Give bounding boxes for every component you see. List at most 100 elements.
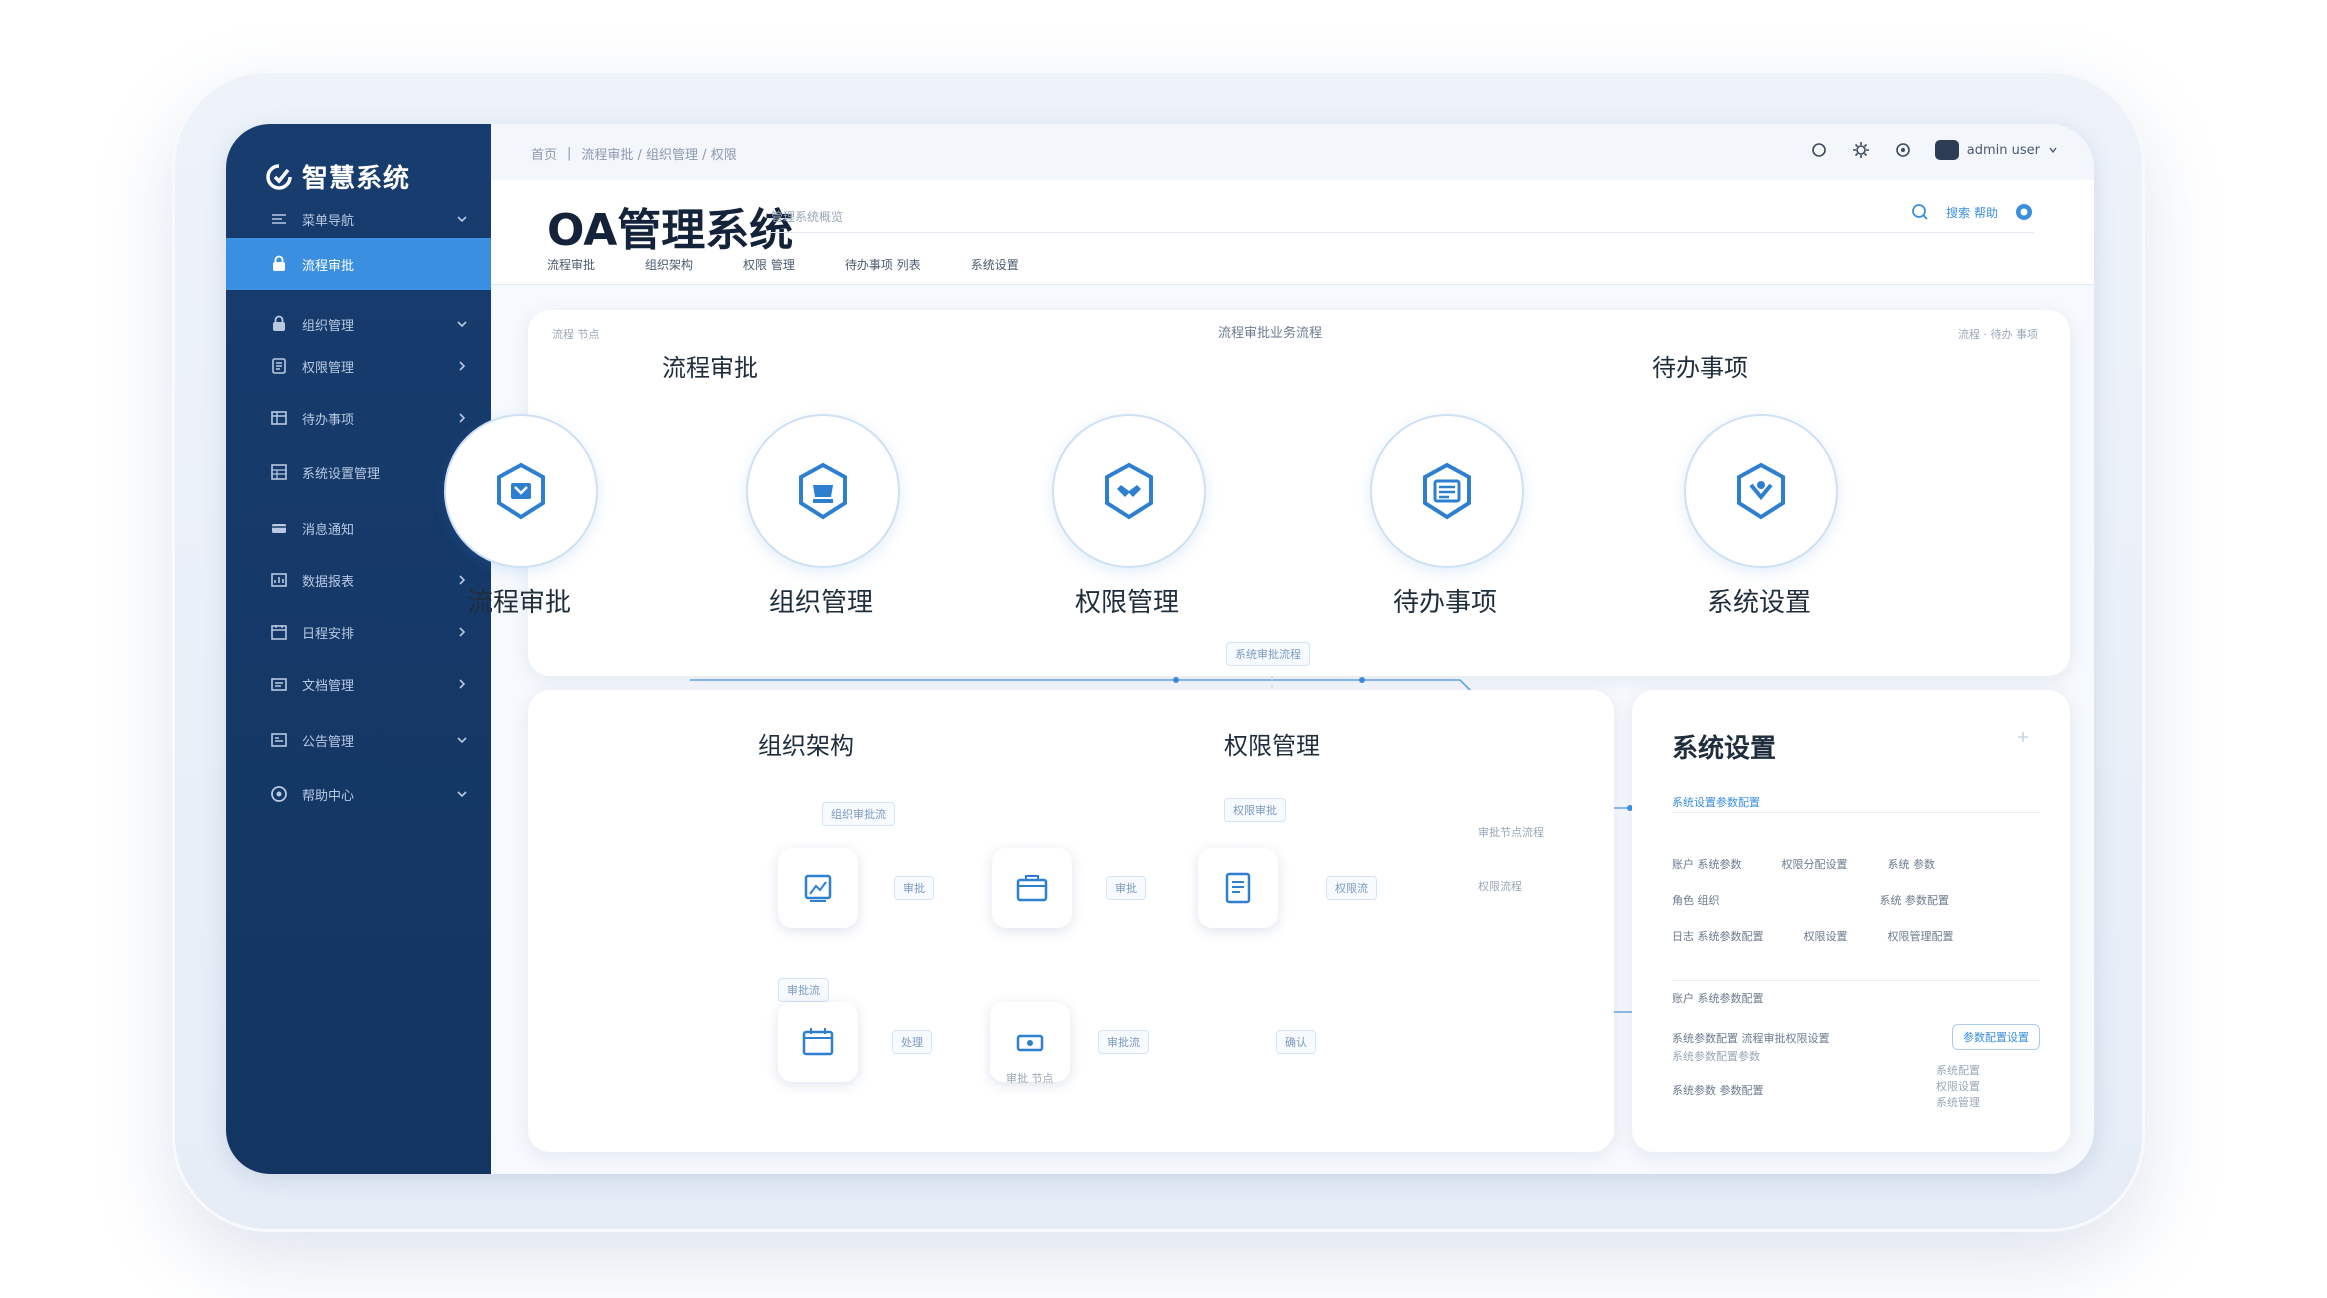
settings-desc: 系统参数 参数配置 <box>1672 1084 1764 1097</box>
breadcrumb-path[interactable]: 流程审批 / 组织管理 / 权限 <box>581 144 736 163</box>
section-label-permission: 权限管理 <box>1224 732 1320 760</box>
flow-top-note: 流程审批业务流程 <box>1218 326 1323 341</box>
settings-row: 角色 组织 系统 参数配置 <box>1672 892 1949 908</box>
shield-list-icon <box>1423 462 1471 520</box>
sidebar-item-help[interactable]: 帮助中心 <box>226 774 491 814</box>
flow-node-label: 系统设置 <box>1706 588 1811 618</box>
user-menu[interactable]: admin user <box>1934 140 2058 160</box>
settings-config-button[interactable]: 参数配置设置 <box>1952 1024 2040 1050</box>
doc-icon <box>272 358 286 374</box>
app-window: 智慧系统 菜单导航 流程审批 组织管理 权限管理 待办事项 系统设置管理 消息通… <box>226 124 2094 1174</box>
image-icon <box>804 874 832 902</box>
org-tag-b: 权限审批 <box>1224 798 1286 822</box>
sidebar-item-notice[interactable]: 公告管理 <box>226 720 491 760</box>
org-step-box[interactable] <box>1198 848 1278 928</box>
breadcrumb-sep: | <box>567 146 572 161</box>
search-icon[interactable] <box>1809 140 1829 160</box>
flow-node-permission[interactable] <box>1052 414 1206 568</box>
chevron-down-icon <box>457 737 467 744</box>
org-side-note: 审批节点流程 <box>1478 826 1544 839</box>
sidebar-item-menu[interactable]: 菜单导航 <box>226 199 491 239</box>
tab-settings[interactable]: 系统设置 <box>971 256 1019 273</box>
section-label-todo: 待办事项 <box>1652 354 1748 382</box>
brand[interactable]: 智慧系统 <box>266 158 410 195</box>
tab-bar: 流程审批 组织架构 权限 管理 待办事项 列表 系统设置 <box>547 256 1019 273</box>
divider <box>1672 812 2040 813</box>
card-icon <box>272 524 286 533</box>
org-step-tag: 审批流 <box>1098 1030 1149 1054</box>
settings-sub-section: 账户 系统参数配置 <box>1672 992 1764 1005</box>
org-step-note: 审批 节点 <box>1006 1072 1054 1085</box>
flow-node-label: 流程审批 <box>466 588 571 618</box>
settings-note: 系统配置 <box>1936 1064 1980 1077</box>
help-circle-icon[interactable] <box>2014 202 2034 222</box>
org-tag-mid: 审批流 <box>778 978 829 1002</box>
flow-node-approval[interactable] <box>444 414 598 568</box>
lock-icon <box>273 255 285 271</box>
flow-node-settings[interactable] <box>1684 414 1838 568</box>
chevron-down-icon <box>457 216 467 223</box>
chevron-down-icon <box>457 321 467 328</box>
header-search-label[interactable]: 搜索 帮助 <box>1946 204 1998 221</box>
sidebar-item-docs[interactable]: 文档管理 <box>226 664 491 704</box>
org-step-tag: 权限流 <box>1326 876 1377 900</box>
org-step-box[interactable] <box>992 848 1072 928</box>
menu-icon <box>272 214 286 224</box>
flow-node-todo[interactable] <box>1370 414 1524 568</box>
help-icon <box>271 786 287 802</box>
breadcrumb: 首页 | 流程审批 / 组织管理 / 权限 <box>531 144 737 163</box>
shield-cup-icon <box>799 462 847 520</box>
page-title: OA管理系统 <box>547 205 794 256</box>
settings-cell: 账户 系统参数 <box>1672 858 1742 871</box>
org-step-tag: 审批 <box>1106 876 1146 900</box>
plus-icon[interactable] <box>2016 730 2030 744</box>
search-icon[interactable] <box>1910 202 1930 222</box>
flow-left-note: 流程 节点 <box>552 328 600 341</box>
tab-approval[interactable]: 流程审批 <box>547 256 595 273</box>
settings-cell: 权限管理配置 <box>1887 930 1954 943</box>
shield-box-icon <box>497 462 545 520</box>
settings-row: 账户 系统参数 权限分配设置 系统 参数 <box>1672 856 1935 872</box>
org-side-note: 权限流程 <box>1478 880 1522 893</box>
flow-node-label: 权限管理 <box>1074 588 1179 618</box>
sidebar-item-org[interactable]: 组织管理 <box>226 304 491 344</box>
gear-icon[interactable] <box>1851 140 1871 160</box>
sidebar-item-label: 组织管理 <box>302 318 355 334</box>
tab-todo[interactable]: 待办事项 列表 <box>845 256 921 273</box>
sidebar-item-label: 菜单导航 <box>302 213 355 229</box>
chevron-right-icon <box>459 627 466 637</box>
sidebar-item-label: 待办事项 <box>302 412 355 428</box>
settings-icon[interactable] <box>1893 140 1913 160</box>
shield-hands-icon <box>1105 462 1153 520</box>
briefcase-icon <box>1016 875 1048 902</box>
tab-org[interactable]: 组织架构 <box>645 256 693 273</box>
page-subtitle: 管理系统概览 <box>771 210 844 224</box>
avatar <box>1934 140 1959 160</box>
settings-cell: 日志 系统参数配置 <box>1672 930 1764 943</box>
tab-permission[interactable]: 权限 管理 <box>743 256 795 273</box>
org-step-box[interactable] <box>778 1002 858 1082</box>
org-step-tag: 确认 <box>1276 1030 1316 1054</box>
sidebar-item-label: 系统设置管理 <box>302 466 381 482</box>
sidebar-item-todo[interactable]: 待办事项 <box>226 398 491 438</box>
sidebar-item-label: 帮助中心 <box>302 788 355 804</box>
logo-icon <box>266 163 292 190</box>
sidebar-item-label: 消息通知 <box>302 522 355 538</box>
org-step-box[interactable] <box>778 848 858 928</box>
sidebar-item-label: 权限管理 <box>302 360 355 376</box>
board-icon <box>271 733 287 747</box>
sidebar-item-approval[interactable]: 流程审批 <box>226 238 491 290</box>
divider <box>771 232 2034 233</box>
breadcrumb-home[interactable]: 首页 <box>531 144 557 163</box>
table-icon <box>271 411 287 425</box>
sidebar-item-label: 日程安排 <box>302 626 355 642</box>
org-step-tag: 审批 <box>894 876 934 900</box>
org-step-tag: 处理 <box>892 1030 932 1054</box>
settings-subtitle: 系统设置参数配置 <box>1672 796 1760 809</box>
settings-cell: 权限设置 <box>1803 930 1848 943</box>
settings-cell: 系统 参数 <box>1887 858 1936 871</box>
sidebar-item-permission[interactable]: 权限管理 <box>226 346 491 386</box>
flow-node-org[interactable] <box>746 414 900 568</box>
shield-gear-icon <box>1737 462 1785 520</box>
settings-note: 权限设置 <box>1936 1080 1980 1093</box>
